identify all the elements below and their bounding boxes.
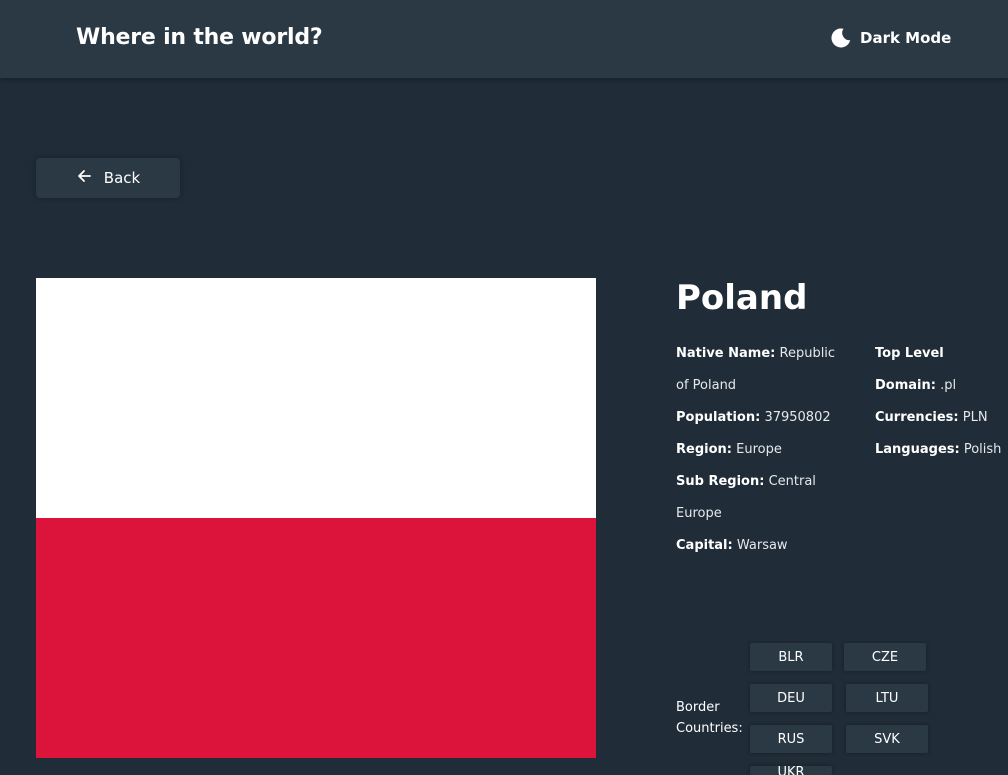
currencies-label: Currencies:: [875, 410, 959, 425]
moon-icon: [830, 27, 852, 49]
country-flag: [36, 278, 596, 758]
border-country-button[interactable]: RUS: [750, 725, 832, 753]
border-country-button[interactable]: CZE: [844, 643, 926, 671]
languages-row: Languages: Polish: [875, 434, 1005, 466]
border-country-button[interactable]: SVK: [846, 725, 928, 753]
region-value: Europe: [736, 442, 782, 457]
languages-label: Languages:: [875, 442, 960, 457]
native-name-label: Native Name:: [676, 346, 776, 361]
languages-value: Polish: [963, 442, 1002, 457]
dark-mode-toggle[interactable]: Dark Mode: [830, 26, 951, 50]
capital-row: Capital: Warsaw: [676, 530, 836, 562]
app-title: Where in the world?: [76, 25, 323, 50]
currencies-row: Currencies: PLN: [875, 402, 1005, 434]
border-country-button[interactable]: UKR: [750, 766, 832, 775]
flag-red-stripe: [36, 518, 596, 758]
border-countries-label: Border Countries:: [676, 700, 743, 736]
border-country-button[interactable]: DEU: [750, 684, 832, 712]
back-button[interactable]: Back: [36, 158, 180, 198]
details-column-1: Native Name: Republic of Poland Populati…: [676, 338, 836, 562]
population-label: Population:: [676, 410, 761, 425]
capital-value: Warsaw: [736, 538, 788, 553]
capital-label: Capital:: [676, 538, 733, 553]
native-name-row: Native Name: Republic of Poland: [676, 338, 836, 402]
sub-region-label: Sub Region:: [676, 474, 765, 489]
app-header: Where in the world? Dark Mode: [0, 0, 1008, 78]
currencies-value: PLN: [962, 410, 988, 425]
border-country-button[interactable]: BLR: [750, 643, 832, 671]
arrow-left-icon: [76, 168, 92, 188]
tld-value: .pl: [940, 378, 957, 393]
country-name: Poland: [676, 278, 808, 318]
tld-label: Top Level Domain:: [875, 346, 944, 393]
region-label: Region:: [676, 442, 732, 457]
population-value: 37950802: [764, 410, 831, 425]
region-row: Region: Europe: [676, 434, 836, 466]
population-row: Population: 37950802: [676, 402, 836, 434]
dark-mode-label: Dark Mode: [860, 29, 952, 47]
border-country-button[interactable]: LTU: [846, 684, 928, 712]
tld-row: Top Level Domain: .pl: [875, 338, 1005, 402]
back-label: Back: [103, 169, 141, 187]
sub-region-row: Sub Region: Central Europe: [676, 466, 836, 530]
flag-white-stripe: [36, 278, 596, 518]
details-column-2: Top Level Domain: .pl Currencies: PLN La…: [875, 338, 1005, 466]
